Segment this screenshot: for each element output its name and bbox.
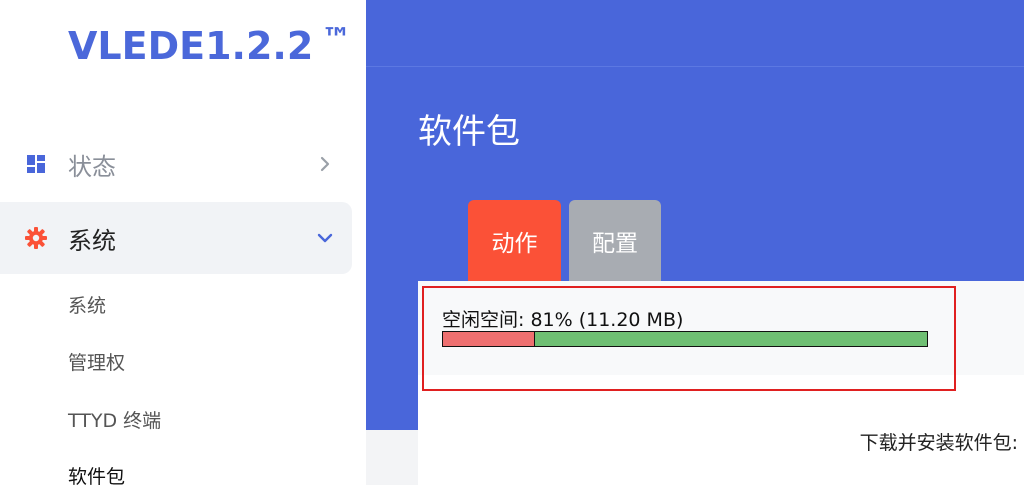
free-space-label: 空闲空间: 81% (11.20 MB) — [442, 309, 684, 331]
logo-text: VLEDE1.2.2 — [68, 24, 314, 68]
menu-item-status-label: 状态 — [68, 152, 116, 181]
menu-item-status[interactable]: 状态 — [0, 128, 352, 200]
install-package-label: 下载并安装软件包: — [859, 432, 1018, 454]
submenu-item-system[interactable]: 系统 — [68, 291, 106, 318]
chevron-right-icon — [320, 156, 330, 172]
chevron-down-icon — [317, 233, 333, 243]
main-content: 软件包 动作 配置 空闲空间: 81% (11.20 MB) 下载并安装软件包: — [366, 0, 1024, 485]
free-space-progress-bar — [442, 331, 928, 347]
dashboard-icon — [27, 155, 45, 173]
logo: VLEDE1.2.2 ™ — [68, 22, 351, 68]
gear-icon — [25, 227, 47, 249]
submenu-item-administration[interactable]: 管理权 — [68, 348, 125, 375]
submenu-item-software[interactable]: 软件包 — [68, 462, 125, 485]
menu-item-system-label: 系统 — [68, 226, 116, 255]
trademark-symbol: ™ — [321, 22, 352, 57]
page-title: 软件包 — [418, 112, 520, 152]
submenu-item-ttyd-terminal[interactable]: TTYD 终端 — [68, 406, 161, 433]
sidebar: VLEDE1.2.2 ™ 状态 系统 系统 管理权 TTYD 终端 软件包 — [0, 0, 366, 485]
tab-actions[interactable]: 动作 — [468, 200, 561, 282]
free-space-segment — [534, 332, 927, 346]
menu-item-system[interactable]: 系统 — [0, 202, 352, 274]
used-space-segment — [443, 332, 535, 346]
top-bar — [366, 0, 1024, 67]
tab-configuration[interactable]: 配置 — [569, 200, 661, 282]
